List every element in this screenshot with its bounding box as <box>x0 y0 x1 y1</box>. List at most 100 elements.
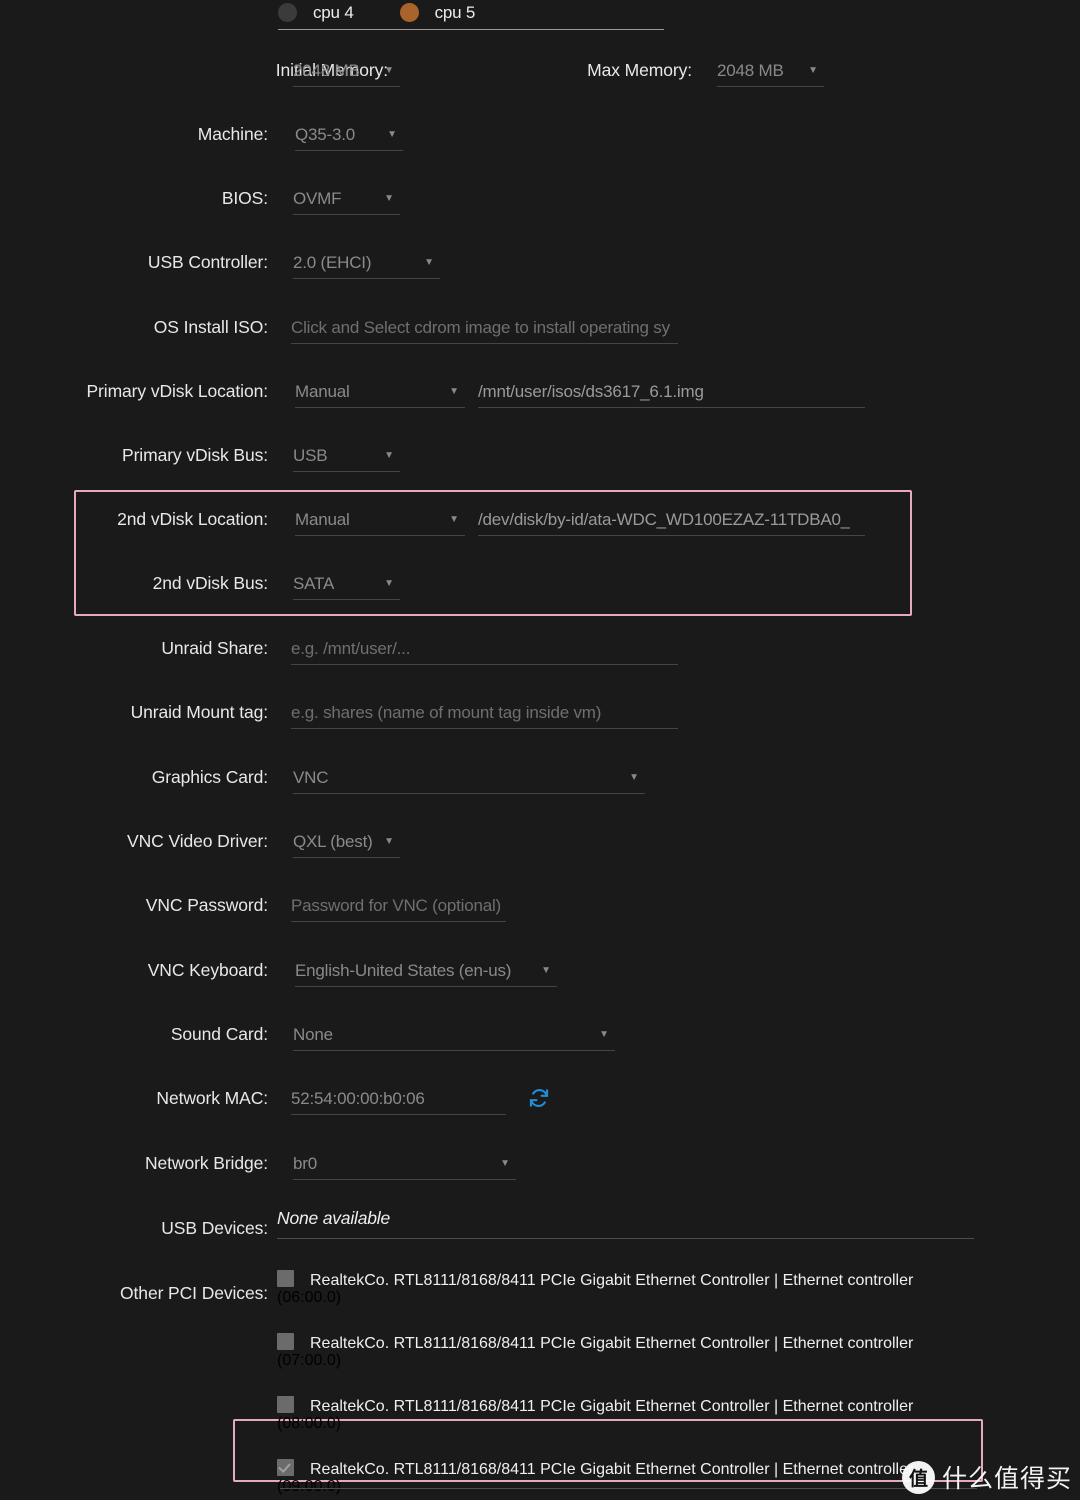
value-network-mac: 52:54:00:00:b0:06 <box>291 1089 425 1108</box>
select-graphics-card[interactable]: VNC ▼ <box>293 763 645 794</box>
cpu-dot-unselected-icon[interactable] <box>278 3 297 22</box>
chevron-down-icon[interactable]: ▼ <box>384 194 394 204</box>
label-graphics-card: Graphics Card: <box>151 767 268 787</box>
field-primary-vdisk-location[interactable]: Manual ▼ <box>295 377 465 408</box>
value-usb-devices: None available <box>277 1208 390 1228</box>
chevron-down-icon[interactable]: ▼ <box>387 130 397 140</box>
chevron-down-icon[interactable]: ▼ <box>541 966 551 976</box>
chevron-down-icon[interactable]: ▼ <box>424 258 434 268</box>
field-max-memory[interactable]: 2048 MB ▼ <box>717 56 824 87</box>
cpu-pinning-strip: cpu 4 cpu 5 <box>278 0 664 30</box>
placeholder-vnc-password: Password for VNC (optional) <box>291 896 502 915</box>
select-initial-memory[interactable]: 2048 MB ▼ <box>293 56 400 87</box>
select-sound-card[interactable]: None ▼ <box>293 1020 615 1051</box>
field-second-vdisk-path[interactable]: /dev/disk/by-id/ata-WDC_WD100EZAZ-11TDBA… <box>478 505 865 536</box>
select-network-bridge[interactable]: br0 ▼ <box>293 1149 516 1180</box>
input-second-vdisk-path[interactable]: /dev/disk/by-id/ata-WDC_WD100EZAZ-11TDBA… <box>478 505 865 536</box>
pci-device-name: RealtekCo. RTL8111/8168/8411 PCIe Gigabi… <box>310 1335 914 1352</box>
chevron-down-icon[interactable]: ▼ <box>449 515 459 525</box>
checkbox-pci-device-3[interactable] <box>277 1396 294 1413</box>
field-os-install-iso[interactable]: Click and Select cdrom image to install … <box>291 313 678 344</box>
chevron-down-icon[interactable]: ▼ <box>500 1159 510 1169</box>
field-vnc-keyboard[interactable]: English-United States (en-us) ▼ <box>295 956 557 987</box>
field-network-bridge[interactable]: br0 ▼ <box>293 1149 516 1180</box>
value-second-vdisk-path: /dev/disk/by-id/ata-WDC_WD100EZAZ-11TDBA… <box>478 510 851 529</box>
pci-device-row[interactable]: RealtekCo. RTL8111/8168/8411 PCIe Gigabi… <box>277 1270 977 1307</box>
checkbox-pci-device-4[interactable] <box>277 1459 294 1476</box>
chevron-down-icon[interactable]: ▼ <box>449 387 459 397</box>
watermark-text: 什么值得买 <box>941 1464 1072 1493</box>
select-second-vdisk-location[interactable]: Manual ▼ <box>295 505 465 536</box>
value-primary-vdisk-location: Manual <box>295 382 350 401</box>
cpu-item-4[interactable]: cpu 4 <box>278 3 354 23</box>
field-bios[interactable]: OVMF ▼ <box>293 184 400 215</box>
label-vnc-keyboard: VNC Keyboard: <box>147 960 268 980</box>
input-network-mac[interactable]: 52:54:00:00:b0:06 <box>291 1084 506 1115</box>
label-vnc-video-driver: VNC Video Driver: <box>127 831 268 851</box>
value-sound-card: None <box>293 1025 333 1044</box>
select-vnc-keyboard[interactable]: English-United States (en-us) ▼ <box>295 956 557 987</box>
pci-device-row[interactable]: RealtekCo. RTL8111/8168/8411 PCIe Gigabi… <box>277 1459 977 1496</box>
label-vnc-password: VNC Password: <box>145 895 268 915</box>
field-vnc-video-driver[interactable]: QXL (best) ▼ <box>293 827 400 858</box>
input-unraid-share[interactable]: e.g. /mnt/user/... <box>291 634 678 665</box>
pci-device-row[interactable]: RealtekCo. RTL8111/8168/8411 PCIe Gigabi… <box>277 1396 977 1433</box>
chevron-down-icon[interactable]: ▼ <box>808 66 818 76</box>
input-vnc-password[interactable]: Password for VNC (optional) <box>291 891 506 922</box>
value-vnc-video-driver: QXL (best) <box>293 832 373 851</box>
chevron-down-icon[interactable]: ▼ <box>599 1030 609 1040</box>
field-primary-vdisk-bus[interactable]: USB ▼ <box>293 441 400 472</box>
field-vnc-password[interactable]: Password for VNC (optional) <box>291 891 506 922</box>
select-machine[interactable]: Q35-3.0 ▼ <box>295 120 403 151</box>
field-unraid-mount-tag[interactable]: e.g. shares (name of mount tag inside vm… <box>291 698 678 729</box>
label-max-memory: Max Memory: <box>587 60 692 80</box>
field-sound-card[interactable]: None ▼ <box>293 1020 615 1051</box>
label-other-pci-devices: Other PCI Devices: <box>120 1283 268 1303</box>
select-primary-vdisk-bus[interactable]: USB ▼ <box>293 441 400 472</box>
select-vnc-video-driver[interactable]: QXL (best) ▼ <box>293 827 400 858</box>
select-bios[interactable]: OVMF ▼ <box>293 184 400 215</box>
value-primary-vdisk-bus: USB <box>293 446 328 465</box>
chevron-down-icon[interactable]: ▼ <box>384 451 394 461</box>
row-usb-controller: USB Controller: <box>0 250 268 272</box>
row-network-bridge: Network Bridge: <box>0 1151 268 1173</box>
refresh-icon[interactable] <box>528 1087 550 1114</box>
field-second-vdisk-bus[interactable]: SATA ▼ <box>293 569 400 600</box>
cpu-item-5[interactable]: cpu 5 <box>399 3 475 23</box>
label-os-install-iso: OS Install ISO: <box>153 317 268 337</box>
pci-device-row[interactable]: RealtekCo. RTL8111/8168/8411 PCIe Gigabi… <box>277 1333 977 1370</box>
field-network-mac[interactable]: 52:54:00:00:b0:06 <box>291 1084 549 1115</box>
label-usb-devices: USB Devices: <box>161 1218 268 1238</box>
field-unraid-share[interactable]: e.g. /mnt/user/... <box>291 634 678 665</box>
field-second-vdisk-location[interactable]: Manual ▼ <box>295 505 465 536</box>
pci-device-address: (07:00.0) <box>277 1352 342 1369</box>
input-os-install-iso[interactable]: Click and Select cdrom image to install … <box>291 313 678 344</box>
chevron-down-icon[interactable]: ▼ <box>384 66 394 76</box>
chevron-down-icon[interactable]: ▼ <box>629 773 639 783</box>
chevron-down-icon[interactable]: ▼ <box>384 837 394 847</box>
checkbox-pci-device-2[interactable] <box>277 1333 294 1350</box>
pci-devices-divider <box>280 1488 977 1489</box>
chevron-down-icon[interactable]: ▼ <box>384 579 394 589</box>
cpu-dot-selected-icon[interactable] <box>399 3 419 22</box>
field-machine[interactable]: Q35-3.0 ▼ <box>295 120 403 151</box>
input-unraid-mount-tag[interactable]: e.g. shares (name of mount tag inside vm… <box>291 698 678 729</box>
label-unraid-share: Unraid Share: <box>161 638 268 658</box>
row-second-vdisk-location: 2nd vDisk Location: <box>0 507 268 529</box>
select-usb-controller[interactable]: 2.0 (EHCI) ▼ <box>293 248 440 279</box>
select-max-memory[interactable]: 2048 MB ▼ <box>717 56 824 87</box>
pci-device-address: (09:00.0) <box>277 1478 342 1495</box>
input-primary-vdisk-path[interactable]: /mnt/user/isos/ds3617_6.1.img <box>478 377 865 408</box>
field-initial-memory[interactable]: 2048 MB ▼ <box>293 56 400 87</box>
row-vnc-video-driver: VNC Video Driver: <box>0 829 268 851</box>
value-primary-vdisk-path: /mnt/user/isos/ds3617_6.1.img <box>478 382 704 401</box>
field-graphics-card[interactable]: VNC ▼ <box>293 763 645 794</box>
select-second-vdisk-bus[interactable]: SATA ▼ <box>293 569 400 600</box>
row-unraid-share: Unraid Share: <box>0 636 268 658</box>
checkbox-pci-device-1[interactable] <box>277 1270 294 1287</box>
field-usb-controller[interactable]: 2.0 (EHCI) ▼ <box>293 248 440 279</box>
select-primary-vdisk-location[interactable]: Manual ▼ <box>295 377 465 408</box>
label-bios: BIOS: <box>221 188 268 208</box>
field-primary-vdisk-path[interactable]: /mnt/user/isos/ds3617_6.1.img <box>478 377 865 408</box>
value-initial-memory: 2048 MB <box>293 61 360 80</box>
